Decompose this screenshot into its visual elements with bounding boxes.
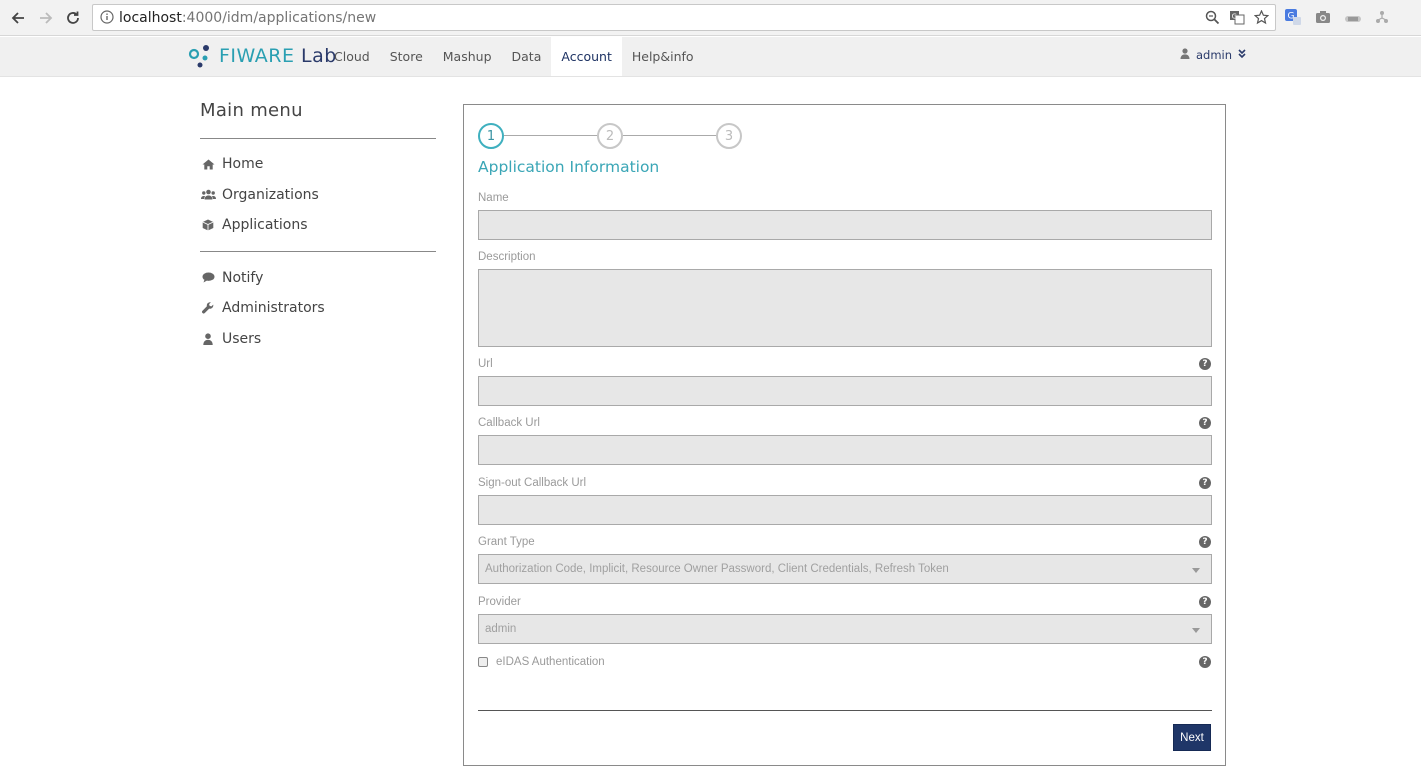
cube-icon <box>200 218 216 232</box>
nav-store[interactable]: Store <box>380 37 433 76</box>
step-connector <box>623 135 717 136</box>
info-icon[interactable] <box>100 10 114 29</box>
caret-down-icon <box>1192 628 1200 633</box>
sidebar-item-applications[interactable]: Applications <box>200 210 436 241</box>
url-help-icon[interactable]: ? <box>1199 358 1211 370</box>
wizard-step-3: 3 <box>716 123 742 149</box>
nav-help-info[interactable]: Help&info <box>622 37 704 76</box>
form-title: Application Information <box>478 158 660 176</box>
callback-url-help-icon[interactable]: ? <box>1199 417 1211 429</box>
logo-text: FIWARE Lab <box>219 45 337 67</box>
top-navigation: Cloud Store Mashup Data Account Help&inf… <box>324 37 704 76</box>
back-button[interactable] <box>7 7 29 29</box>
user-icon <box>200 332 216 346</box>
extension-toggle-icon[interactable] <box>1344 11 1362 29</box>
nav-data[interactable]: Data <box>502 37 552 76</box>
wizard-step-1: 1 <box>478 123 504 149</box>
nav-account[interactable]: Account <box>551 37 622 76</box>
logo-primary-text: FIWARE <box>219 45 295 67</box>
url-text: localhost:4000/idm/applications/new <box>119 10 376 26</box>
eidas-row: eIDAS Authentication <box>478 656 605 668</box>
provider-label: Provider <box>478 596 521 608</box>
wrench-icon <box>200 301 216 315</box>
signout-callback-url-help-icon[interactable]: ? <box>1199 477 1211 489</box>
callback-url-label: Callback Url <box>478 417 540 429</box>
form-divider <box>478 710 1212 711</box>
grant-type-select[interactable]: Authorization Code, Implicit, Resource O… <box>478 554 1212 584</box>
eidas-label: eIDAS Authentication <box>496 656 605 668</box>
description-label: Description <box>478 251 536 263</box>
sidebar-item-label: Notify <box>222 269 264 286</box>
address-bar[interactable]: localhost:4000/idm/applications/new G <box>92 4 1276 31</box>
grant-type-label: Grant Type <box>478 536 535 548</box>
url-host: localhost <box>119 10 182 26</box>
fiware-logo-icon <box>188 45 209 68</box>
app-header: FIWARE Lab Cloud Store Mashup Data Accou… <box>0 37 1421 77</box>
sidebar-title: Main menu <box>200 100 436 139</box>
svg-text:G: G <box>1232 13 1237 21</box>
zoom-icon[interactable] <box>1205 10 1220 30</box>
sidebar-item-home[interactable]: Home <box>200 149 436 180</box>
sidebar-item-users[interactable]: Users <box>200 324 436 355</box>
sidebar-item-label: Organizations <box>222 186 319 203</box>
sidebar-item-administrators[interactable]: Administrators <box>200 293 436 324</box>
step-connector <box>504 135 598 136</box>
browser-toolbar: localhost:4000/idm/applications/new G G <box>0 0 1421 36</box>
sidebar-item-notify[interactable]: Notify <box>200 263 436 294</box>
name-label: Name <box>478 192 509 204</box>
url-path: :4000/idm/applications/new <box>181 10 377 26</box>
user-menu[interactable]: admin <box>1180 48 1246 62</box>
sidebar-group-main: Home Organizations Applications <box>200 139 436 251</box>
sidebar-item-label: Applications <box>222 217 308 234</box>
user-name: admin <box>1196 48 1233 62</box>
signout-callback-url-input[interactable] <box>478 495 1212 525</box>
eidas-checkbox[interactable] <box>478 657 488 667</box>
chevron-double-down-icon <box>1238 48 1246 62</box>
create-application-panel: 1 2 3 Application Information Name Descr… <box>463 104 1226 766</box>
url-label: Url <box>478 358 493 370</box>
caret-down-icon <box>1192 568 1200 573</box>
url-input[interactable] <box>478 376 1212 406</box>
sidebar-item-label: Administrators <box>222 300 325 317</box>
grant-type-value: Authorization Code, Implicit, Resource O… <box>485 563 949 575</box>
sidebar-item-organizations[interactable]: Organizations <box>200 180 436 211</box>
translate-icon[interactable]: G <box>1229 10 1245 30</box>
comment-icon <box>200 271 216 285</box>
next-button[interactable]: Next <box>1173 724 1211 751</box>
provider-select[interactable]: admin <box>478 614 1212 644</box>
nav-cloud[interactable]: Cloud <box>324 37 380 76</box>
forward-button[interactable] <box>35 7 57 29</box>
nav-mashup[interactable]: Mashup <box>433 37 502 76</box>
description-textarea[interactable] <box>478 269 1212 347</box>
name-input[interactable] <box>478 210 1212 240</box>
provider-value: admin <box>485 623 517 635</box>
sidebar-item-label: Home <box>222 156 264 173</box>
wizard-steps: 1 2 3 <box>478 123 742 149</box>
provider-help-icon[interactable]: ? <box>1199 596 1211 608</box>
reload-button[interactable] <box>62 7 84 29</box>
camera-icon[interactable] <box>1315 10 1331 29</box>
fiware-lab-logo[interactable]: FIWARE Lab <box>188 43 337 69</box>
user-icon <box>1180 48 1190 62</box>
grant-type-help-icon[interactable]: ? <box>1199 536 1211 548</box>
bookmark-star-icon[interactable] <box>1253 9 1270 30</box>
users-icon <box>200 188 216 202</box>
signout-callback-url-label: Sign-out Callback Url <box>478 477 587 489</box>
sidebar: Main menu Home Organizations Application… <box>200 100 436 364</box>
callback-url-input[interactable] <box>478 435 1212 465</box>
wizard-step-2: 2 <box>597 123 623 149</box>
sidebar-group-admin: Notify Administrators Users <box>200 250 436 365</box>
sidebar-item-label: Users <box>222 330 262 347</box>
home-icon <box>200 157 216 171</box>
translate-extension-icon[interactable]: G <box>1284 8 1302 31</box>
network-icon[interactable] <box>1375 10 1389 29</box>
eidas-help-icon[interactable]: ? <box>1199 656 1211 668</box>
